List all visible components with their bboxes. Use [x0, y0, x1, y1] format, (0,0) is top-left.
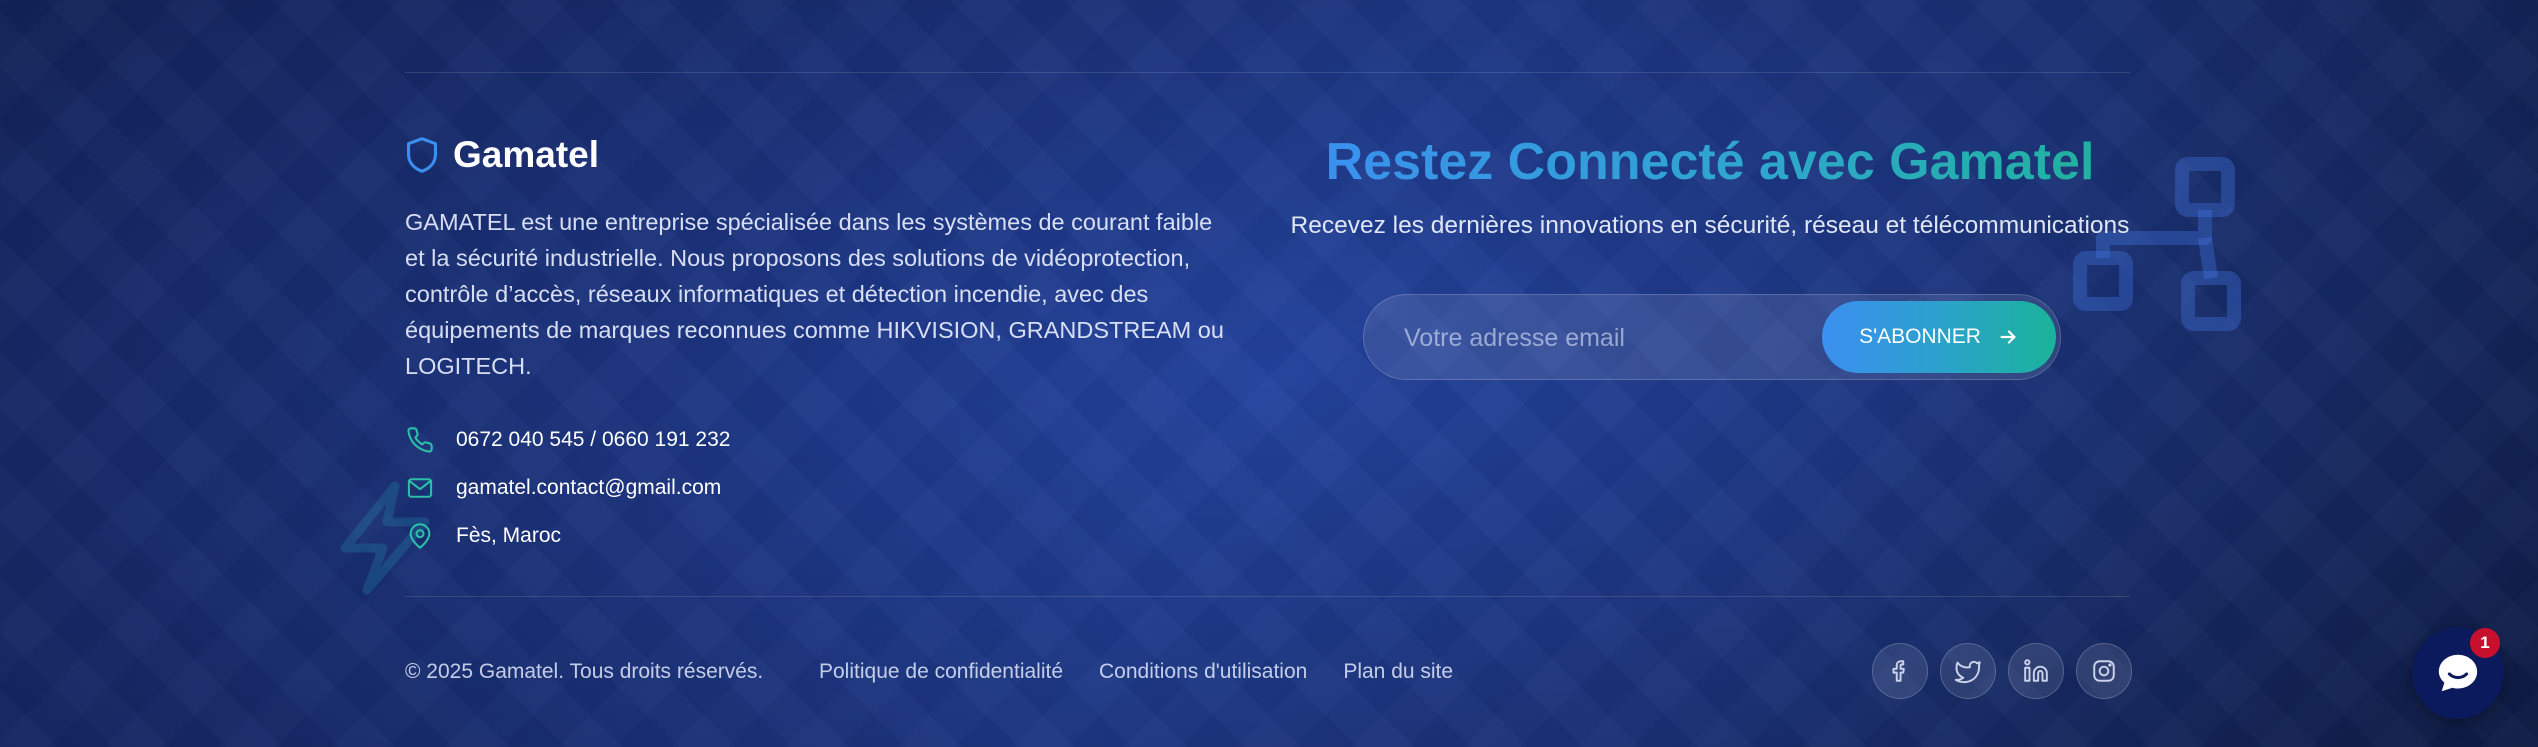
facebook-button[interactable]: [1872, 643, 1928, 699]
sitemap-link[interactable]: Plan du site: [1343, 660, 1453, 684]
contact-phone: 0672 040 545 / 0660 191 232: [405, 416, 730, 464]
footer-links: Politique de confidentialité Conditions …: [819, 660, 1453, 684]
shield-icon: [405, 136, 439, 174]
twitter-icon: [1954, 657, 1982, 685]
company-description: GAMATEL est une entreprise spécialisée d…: [405, 209, 1224, 379]
linkedin-icon: [2023, 658, 2049, 684]
arrow-right-icon: [1997, 326, 2019, 348]
instagram-icon: [2091, 658, 2117, 684]
contact-email: gamatel.contact@gmail.com: [405, 464, 730, 512]
terms-link[interactable]: Conditions d'utilisation: [1099, 660, 1307, 684]
newsletter-title: Restez Connecté avec Gamatel: [1290, 132, 2130, 192]
newsletter-subtitle: Recevez les dernières innovations en séc…: [1290, 212, 2130, 239]
social-links: [1872, 643, 2132, 699]
phone-icon: [405, 425, 435, 455]
brand: Gamatel: [405, 134, 599, 176]
contact-list: 0672 040 545 / 0660 191 232 gamatel.cont…: [405, 416, 730, 560]
subscribe-label: S'ABONNER: [1859, 325, 1981, 348]
chat-bubble-icon: [2435, 650, 2481, 696]
mail-icon: [405, 473, 435, 503]
twitter-button[interactable]: [1940, 643, 1996, 699]
background-vignette: [0, 0, 2538, 747]
contact-location: Fès, Maroc: [405, 512, 730, 560]
instagram-button[interactable]: [2076, 643, 2132, 699]
email-text[interactable]: gamatel.contact@gmail.com: [456, 476, 721, 500]
brand-name: Gamatel: [453, 134, 600, 175]
location-text: Fès, Maroc: [456, 524, 562, 547]
facebook-icon: [1887, 658, 1913, 684]
privacy-policy-link[interactable]: Politique de confidentialité: [819, 660, 1063, 684]
chat-notification-badge: 1: [2470, 628, 2500, 658]
email-input[interactable]: [1402, 295, 1826, 381]
phone-text: 0672 040 545 / 0660 191 232: [456, 428, 731, 451]
subscribe-form: S'ABONNER: [1363, 294, 2061, 381]
location-pin-icon: [405, 521, 435, 551]
copyright: © 2025 Gamatel. Tous droits réservés.: [405, 660, 764, 683]
background-pattern: [0, 0, 2538, 747]
linkedin-button[interactable]: [2008, 643, 2064, 699]
top-divider: [405, 72, 2130, 73]
bottom-divider: [405, 596, 2130, 597]
subscribe-button[interactable]: S'ABONNER: [1822, 301, 2056, 373]
